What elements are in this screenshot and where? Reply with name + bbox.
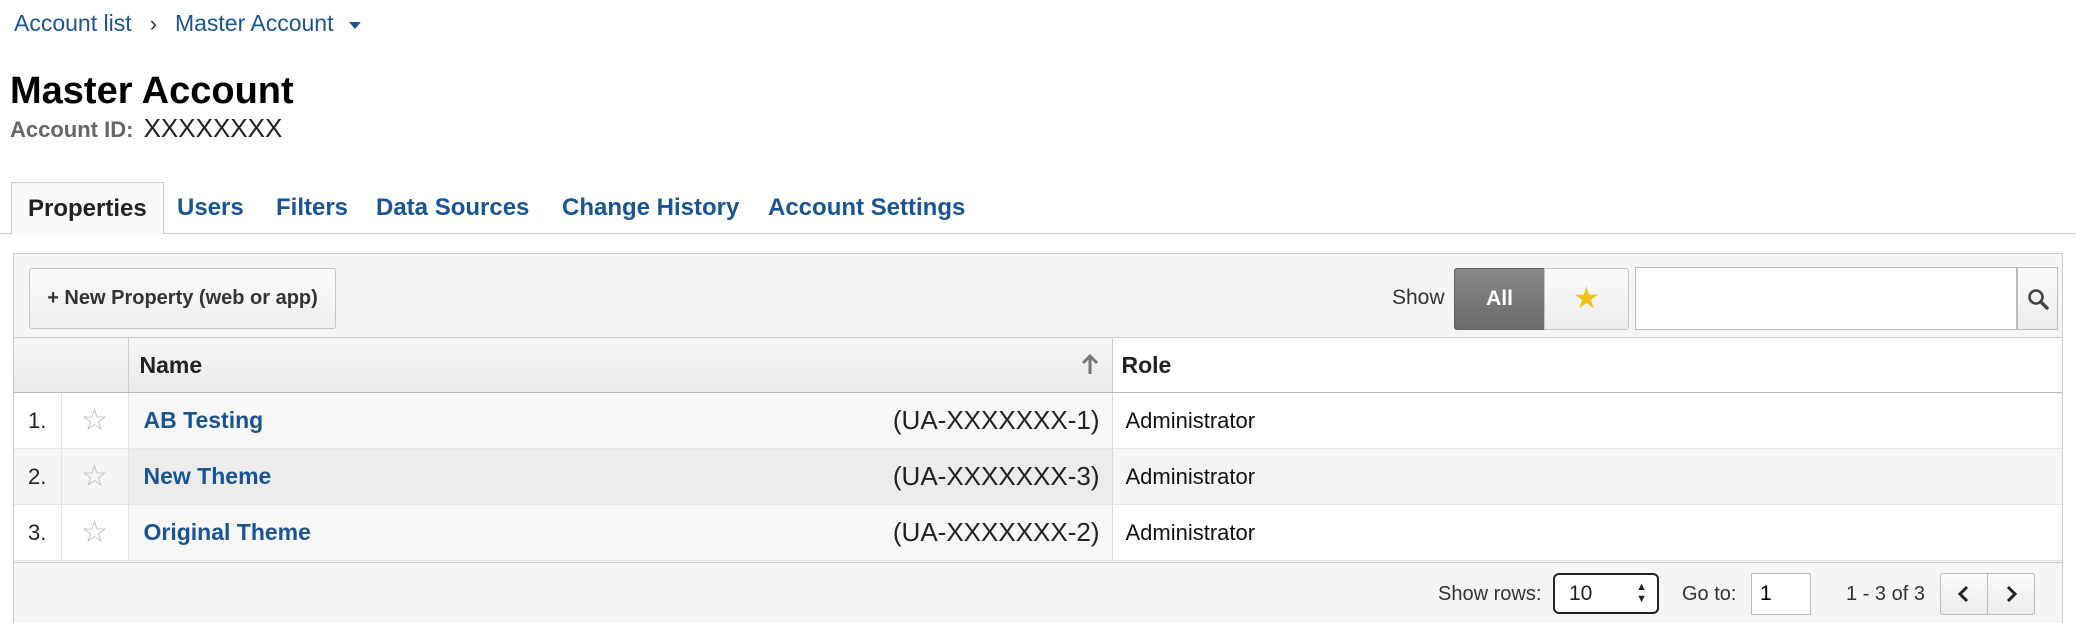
property-id: (UA-XXXXXXX-2) xyxy=(892,517,1100,547)
pagination-bar: Show rows: 10 ▲▼ Go to: 1 - 3 of 3 xyxy=(14,562,2062,623)
header-name[interactable]: Name xyxy=(127,337,1112,393)
property-id: (UA-XXXXXXX-1) xyxy=(892,405,1100,435)
search-input[interactable] xyxy=(1635,267,2017,330)
show-rows-label: Show rows: xyxy=(1438,583,1542,605)
show-label: Show xyxy=(1392,286,1445,309)
table-header-row: Name Role xyxy=(14,337,2062,393)
account-id-label: Account ID: xyxy=(10,117,134,142)
star-icon: ★ xyxy=(1573,282,1600,315)
header-number xyxy=(14,337,61,393)
breadcrumb: Account list › Master Account xyxy=(14,10,362,37)
property-name-cell: New Theme (UA-XXXXXXX-3) xyxy=(128,448,1113,505)
star-icon[interactable]: ☆ xyxy=(61,448,129,505)
property-link[interactable]: AB Testing xyxy=(144,407,264,433)
toolbar: + New Property (web or app) Show All ★ xyxy=(14,254,2062,338)
property-name-cell: Original Theme (UA-XXXXXXX-2) xyxy=(128,504,1113,561)
chevron-left-icon xyxy=(1957,585,1969,603)
table-row: 1. ☆ AB Testing (UA-XXXXXXX-1) Administr… xyxy=(14,392,2062,449)
table-row: 2. ☆ New Theme (UA-XXXXXXX-3) Administra… xyxy=(14,448,2062,505)
account-id-value: XXXXXXXX xyxy=(143,113,283,143)
pagination-range: 1 - 3 of 3 xyxy=(1846,583,1925,605)
header-name-label: Name xyxy=(139,351,203,378)
tab-bar: Properties Users Filters Data Sources Ch… xyxy=(0,182,2076,235)
tab-data-sources[interactable]: Data Sources xyxy=(376,182,529,235)
row-number: 2. xyxy=(14,448,62,505)
tab-account-settings[interactable]: Account Settings xyxy=(768,182,965,235)
property-link[interactable]: New Theme xyxy=(144,463,272,489)
properties-panel: + New Property (web or app) Show All ★ N… xyxy=(13,253,2063,623)
property-name-cell: AB Testing (UA-XXXXXXX-1) xyxy=(128,392,1113,449)
account-id: Account ID: XXXXXXXX xyxy=(10,113,282,144)
row-number: 1. xyxy=(14,392,62,449)
show-starred-button[interactable]: ★ xyxy=(1544,268,1629,330)
tab-users[interactable]: Users xyxy=(177,182,244,235)
select-spinner-icon: ▲ ▼ xyxy=(1636,581,1647,605)
page: Account list › Master Account Master Acc… xyxy=(0,0,2076,642)
page-title: Master Account xyxy=(10,70,294,112)
previous-page-button[interactable] xyxy=(1940,573,1988,615)
property-role: Administrator xyxy=(1112,392,2062,449)
next-page-button[interactable] xyxy=(1987,573,2035,615)
breadcrumb-account-list-link[interactable]: Account list xyxy=(14,10,132,37)
arrow-up-icon[interactable] xyxy=(1080,352,1100,376)
breadcrumb-current-account[interactable]: Master Account xyxy=(175,10,334,37)
row-number: 3. xyxy=(14,504,62,561)
chevron-down-icon[interactable] xyxy=(349,22,362,29)
tab-change-history[interactable]: Change History xyxy=(562,182,739,235)
show-rows-value: 10 xyxy=(1569,582,1593,605)
star-icon[interactable]: ☆ xyxy=(61,504,129,561)
tab-properties[interactable]: Properties xyxy=(11,182,164,235)
property-link[interactable]: Original Theme xyxy=(144,519,311,545)
show-all-button[interactable]: All xyxy=(1454,268,1545,330)
search-icon xyxy=(2027,288,2049,310)
search-button[interactable] xyxy=(2017,267,2058,330)
properties-table: Name Role 1. ☆ AB Testing (UA-XXXXXXX-1)… xyxy=(14,337,2062,561)
new-property-button[interactable]: + New Property (web or app) xyxy=(29,268,336,329)
property-role: Administrator xyxy=(1112,448,2062,505)
table-row: 3. ☆ Original Theme (UA-XXXXXXX-2) Admin… xyxy=(14,504,2062,561)
goto-label: Go to: xyxy=(1682,583,1737,605)
header-role[interactable]: Role xyxy=(1111,337,2062,393)
breadcrumb-separator-icon: › xyxy=(149,10,157,36)
property-role: Administrator xyxy=(1112,504,2062,561)
chevron-right-icon xyxy=(2006,585,2018,603)
goto-input[interactable] xyxy=(1751,573,1811,615)
tab-filters[interactable]: Filters xyxy=(276,182,348,235)
property-id: (UA-XXXXXXX-3) xyxy=(892,461,1100,491)
star-icon[interactable]: ☆ xyxy=(61,392,129,449)
header-star xyxy=(61,337,128,393)
show-rows-select[interactable]: 10 ▲ ▼ xyxy=(1553,573,1659,614)
